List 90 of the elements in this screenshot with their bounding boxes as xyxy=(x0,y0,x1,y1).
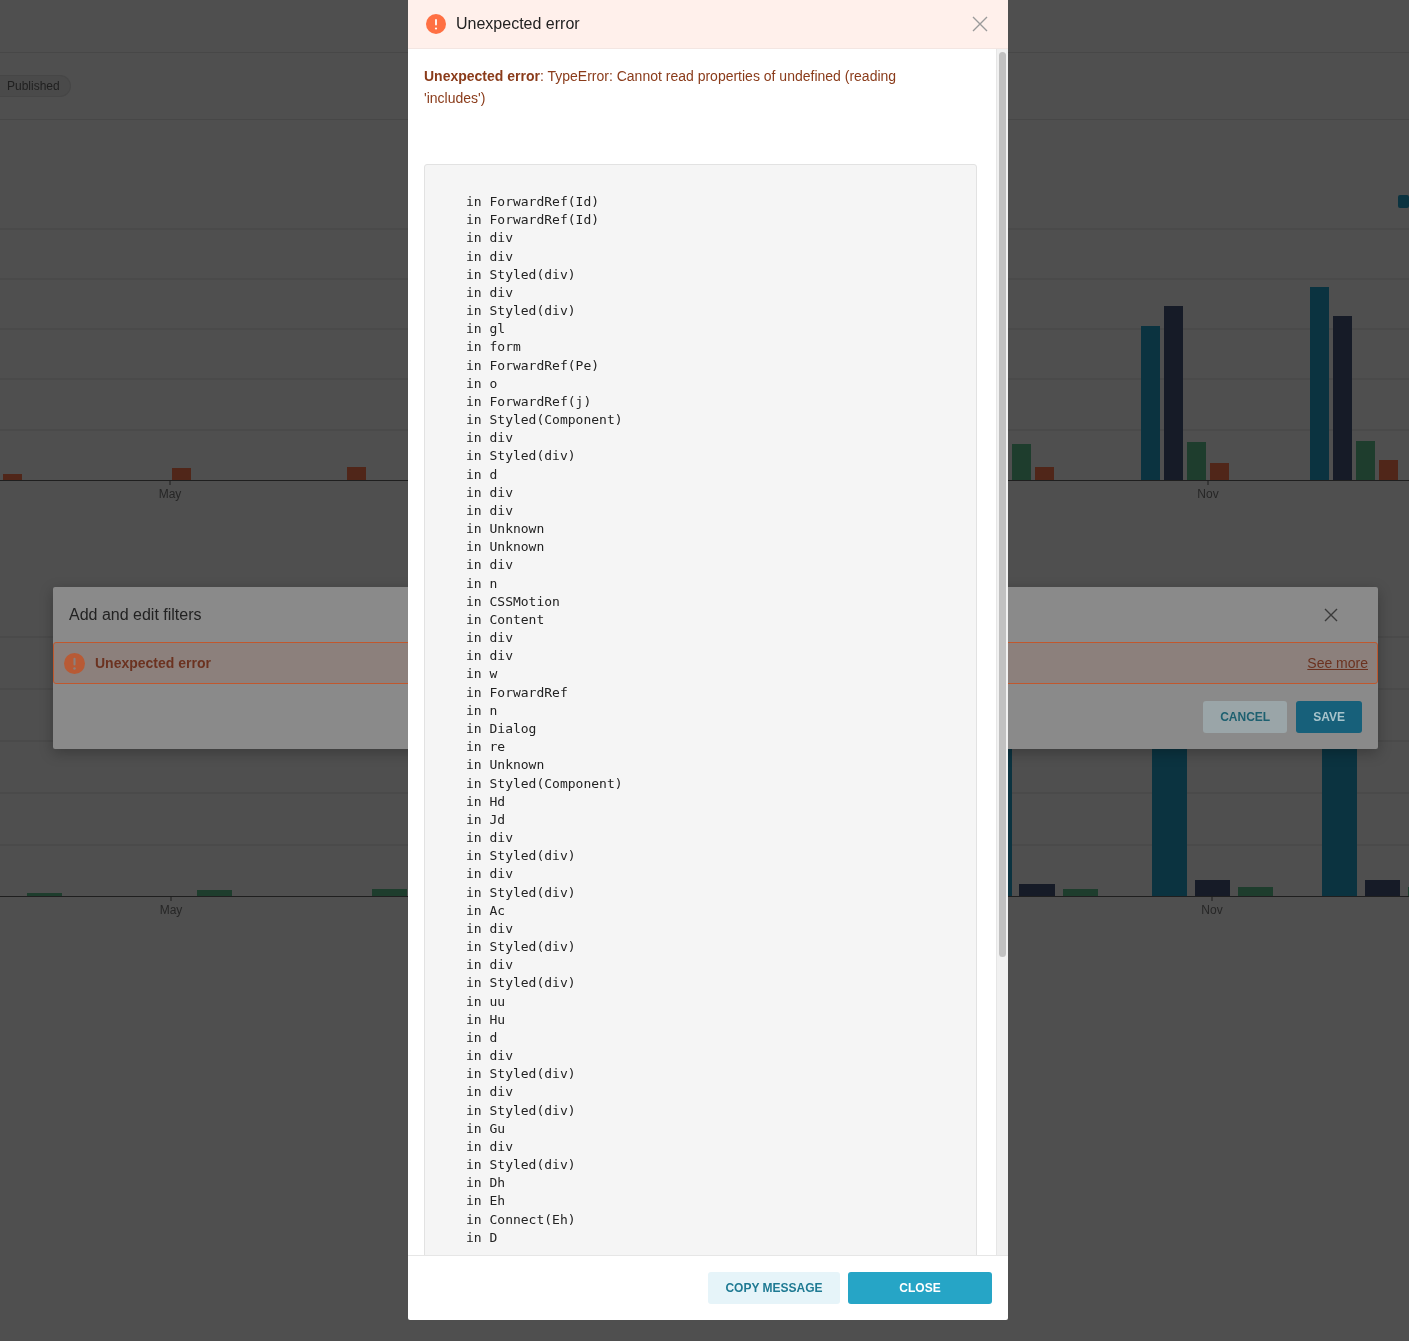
error-message: Unexpected error: TypeError: Cannot read properties of undefined (reading 'includes') xyxy=(424,67,898,108)
stack-trace-line: in Styled(div) xyxy=(466,1156,576,1175)
stack-trace-line: in d xyxy=(466,1028,498,1047)
stack-trace-line: in Styled(div) xyxy=(466,1101,576,1120)
stack-trace-line: in div xyxy=(466,429,513,448)
stack-trace-line: in ForwardRef(Pe) xyxy=(466,356,600,375)
stack-trace-line: in D xyxy=(466,1228,498,1247)
dialog-title: Unexpected error xyxy=(456,15,581,33)
stack-trace-line: in ForwardRef(Id) xyxy=(466,211,600,230)
stack-trace-line: in Styled(div) xyxy=(466,883,576,902)
close-icon[interactable] xyxy=(972,16,988,32)
stack-trace-line: in Ac xyxy=(466,901,506,920)
chart-bar xyxy=(1195,880,1230,896)
chart-bar xyxy=(172,468,191,480)
chart-bar xyxy=(197,890,232,896)
stack-trace-line: in div xyxy=(466,1137,513,1156)
legend-swatch xyxy=(1398,195,1409,208)
chart-bar xyxy=(27,893,62,896)
stack-trace-line: in o xyxy=(466,374,498,393)
exclamation-icon xyxy=(426,14,446,34)
stack-trace-line: in Styled(Component) xyxy=(466,774,623,793)
chart-bar xyxy=(1063,889,1098,896)
stack-trace-line: in div xyxy=(466,1047,513,1066)
chart-bar xyxy=(3,474,22,480)
stack-trace-line: in Dialog xyxy=(466,720,537,738)
stack-trace-line: in Unknown xyxy=(466,520,545,539)
stack-trace-line: in Dh xyxy=(466,1174,506,1193)
chart-bar xyxy=(1238,887,1273,896)
save-button[interactable]: SAVE xyxy=(1296,700,1362,733)
stack-trace-line: in w xyxy=(466,665,498,684)
exclamation-icon xyxy=(64,652,85,674)
stack-trace-line: in ForwardRef(j) xyxy=(466,392,592,411)
stack-trace-line: in div xyxy=(466,919,513,938)
chart-bar xyxy=(1356,441,1375,480)
stack-trace-line: in div xyxy=(466,283,513,302)
stack-trace-line: in ForwardRef(Id) xyxy=(466,193,600,211)
chart-bar xyxy=(347,467,366,480)
chart-bar xyxy=(1379,460,1398,480)
copy-button[interactable]: COPY MESSAGE xyxy=(708,1272,840,1304)
stack-trace-line: in Styled(Component) xyxy=(466,411,623,430)
scrollbar-thumb[interactable] xyxy=(999,52,1006,957)
see-more-link[interactable]: See more xyxy=(1307,655,1368,671)
stack-trace-line: in Styled(div) xyxy=(466,447,576,466)
stack-trace-line: in form xyxy=(466,338,521,357)
stack-trace-line: in Styled(div) xyxy=(466,847,576,866)
stack-trace-line: in div xyxy=(466,1083,513,1102)
chart-bar xyxy=(1365,880,1400,896)
close-icon[interactable] xyxy=(1324,607,1338,622)
chart-bar xyxy=(1012,444,1031,480)
stack-trace-line: in d xyxy=(466,465,498,484)
stack-trace-line: in div xyxy=(466,483,513,502)
cancel-button[interactable]: CANCEL xyxy=(1203,700,1288,733)
stack-trace-line: in Styled(div) xyxy=(466,265,576,284)
stack-trace-line: in n xyxy=(466,701,498,720)
stack-trace-line: in uu xyxy=(466,992,506,1011)
stack-trace-line: in Unknown xyxy=(466,756,545,775)
stack-trace-line: in Styled(div) xyxy=(466,974,576,993)
stack-trace-line: in Styled(div) xyxy=(466,938,576,957)
stack-trace-line: in re xyxy=(466,738,506,757)
close-button[interactable]: CLOSE xyxy=(848,1272,992,1304)
stack-trace-line: in div xyxy=(466,247,513,266)
stack-trace-line: in Eh xyxy=(466,1192,506,1211)
stack-trace-line: in Connect(Eh) xyxy=(466,1210,576,1229)
chart-bar xyxy=(1187,442,1206,480)
stack-trace-line: in n xyxy=(466,574,498,593)
stack-trace-line: in Content xyxy=(466,610,545,629)
stack-trace-line: in div xyxy=(466,556,513,575)
stack-trace-line: in Hu xyxy=(466,1010,506,1029)
stack-trace-line: in Unknown xyxy=(466,538,545,557)
stack-trace-line: in div xyxy=(466,647,513,666)
stack-trace-line: in div xyxy=(466,229,513,248)
stack-trace-line: in Hd xyxy=(466,792,506,811)
stack-trace-line: in Styled(div) xyxy=(466,302,576,321)
stack-trace-line: in div xyxy=(466,829,513,847)
chart-bar xyxy=(1035,467,1054,480)
stack-trace-line: in Styled(div) xyxy=(466,1065,576,1084)
stack-trace-line: in div xyxy=(466,956,513,975)
stack-trace-line: in Jd xyxy=(466,810,506,829)
stack-trace-line: in CSSMotion xyxy=(466,592,560,611)
stack-trace-line: in div xyxy=(466,629,513,648)
chart-bar xyxy=(372,889,407,896)
chart-bar xyxy=(1210,463,1229,480)
stack-trace-line: in Gu xyxy=(466,1119,506,1138)
error-message: Unexpected error xyxy=(95,655,211,671)
chart-bar xyxy=(1019,884,1055,896)
dialog-title: Add and edit filters xyxy=(69,605,202,624)
stack-trace-line: in div xyxy=(466,865,513,884)
stack-trace-line: in gl xyxy=(466,320,506,339)
stack-trace-line: in div xyxy=(466,501,513,520)
stack-trace-line: in ForwardRef xyxy=(466,683,568,702)
